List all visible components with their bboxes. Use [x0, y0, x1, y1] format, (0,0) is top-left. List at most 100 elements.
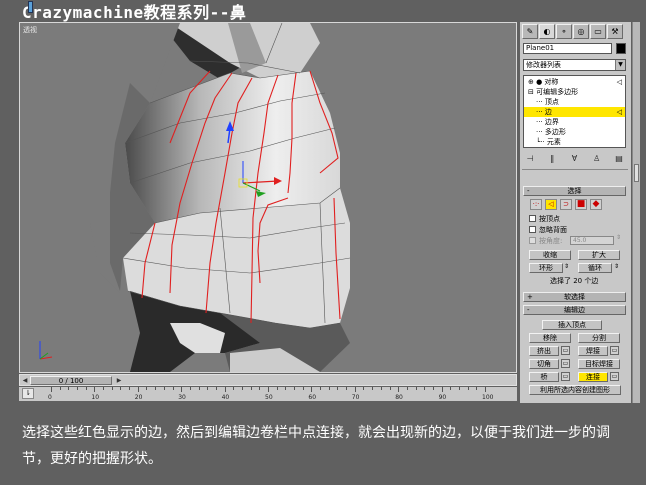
ruler-minor-tick: [189, 387, 191, 390]
by-vertex-checkbox[interactable]: [529, 215, 536, 222]
ring-spinner-icon[interactable]: ⇕: [564, 263, 569, 270]
next-frame-icon[interactable]: ▶: [115, 376, 123, 385]
key-filter-icon[interactable]: ⇂: [22, 388, 34, 399]
border-mode-icon[interactable]: ⊃: [560, 199, 572, 210]
selection-rollout-header[interactable]: - 选择: [523, 186, 626, 196]
ruler-tick-label: 100: [482, 394, 494, 401]
by-angle-checkbox[interactable]: [529, 237, 536, 244]
stack-item[interactable]: ··· 顶点: [524, 97, 625, 107]
motion-icon[interactable]: ◎: [573, 24, 589, 39]
object-name-field[interactable]: Plane01: [523, 43, 612, 54]
stack-item[interactable]: ··· 多边形: [524, 127, 625, 137]
configure-sets-icon[interactable]: ▤: [612, 153, 626, 165]
ruler-minor-tick: [155, 387, 157, 390]
stack-item[interactable]: ⊟ 可编辑多边形: [524, 87, 625, 97]
spinner-arrows-icon[interactable]: ⇕: [616, 234, 621, 241]
prev-frame-icon[interactable]: ◀: [21, 376, 29, 385]
stack-item[interactable]: └·· 元素: [524, 137, 625, 147]
ruler-tick-mark: [268, 387, 269, 392]
ignore-backfacing-checkbox[interactable]: [529, 226, 536, 233]
ruler-tick-label: 40: [221, 394, 230, 401]
stack-item-label: └·· 元素: [536, 138, 561, 146]
ruler-tick-label: 20: [134, 394, 143, 401]
remove-button[interactable]: 移除: [529, 333, 571, 343]
vertex-mode-icon[interactable]: ·:·: [530, 199, 542, 210]
ruler-minor-tick: [302, 387, 304, 390]
soft-selection-rollout-header[interactable]: + 软选择: [523, 292, 626, 302]
angle-spinner[interactable]: 45.0: [570, 236, 614, 245]
weld-settings-icon[interactable]: ▭: [610, 346, 619, 355]
polygon-mode-icon[interactable]: ■: [575, 199, 587, 210]
bridge-button[interactable]: 桥: [529, 372, 559, 382]
command-panel: ✎ ◐ ⚬ ◎ ▭ ⚒ Plane01 修改器列表 ▼ ⊕ ● 对称 ◁ ⊟ 可编辑多边形 ··…: [520, 22, 631, 403]
weld-button[interactable]: 焊接: [578, 346, 608, 356]
stack-item-label: ⊕ ● 对称: [528, 78, 559, 86]
hierarchy-icon[interactable]: ⚬: [556, 24, 572, 39]
modify-icon[interactable]: ◐: [539, 24, 555, 39]
modifier-list-dropdown[interactable]: 修改器列表 ▼: [523, 59, 626, 71]
current-frame-marker[interactable]: [28, 1, 33, 13]
split-button[interactable]: 分割: [578, 333, 620, 343]
ruler-minor-tick: [415, 387, 417, 390]
modifier-stack[interactable]: ⊕ ● 对称 ◁ ⊟ 可编辑多边形 ··· 顶点 ··· 边 ◁ ··· 边界 ··· 多边形…: [523, 75, 626, 148]
ruler-minor-tick: [294, 387, 296, 390]
remove-modifier-icon[interactable]: ♙: [590, 153, 604, 165]
panel-scrollbar[interactable]: [632, 22, 640, 403]
ruler-minor-tick: [85, 387, 87, 390]
loop-spinner-icon[interactable]: ⇕: [614, 263, 619, 270]
edge-mode-icon[interactable]: ◁: [545, 199, 557, 210]
by-angle-label: 按角度:: [539, 237, 563, 245]
rollout-title: 软选择: [564, 293, 585, 301]
ruler-tick-mark: [311, 387, 313, 392]
create-icon[interactable]: ✎: [522, 24, 538, 39]
connect-button[interactable]: 连接: [578, 372, 608, 382]
track-bar-ruler[interactable]: 0 10 20 30 40 50 60 70 80 90 100: [19, 387, 517, 401]
bridge-settings-icon[interactable]: ▭: [561, 372, 570, 381]
ruler-minor-tick: [285, 387, 287, 390]
ruler-minor-tick: [424, 387, 426, 390]
ring-button[interactable]: 环形: [529, 263, 563, 273]
ruler-minor-tick: [207, 387, 209, 390]
ruler-minor-tick: [337, 387, 339, 390]
ruler-tick-label: 60: [308, 394, 317, 401]
extrude-settings-icon[interactable]: ▭: [561, 346, 570, 355]
time-slider-track[interactable]: ◀ 0 / 100 ▶: [19, 374, 517, 386]
stack-item[interactable]: ··· 边 ◁: [524, 107, 625, 117]
ruler-minor-tick: [103, 387, 105, 390]
ruler-minor-tick: [129, 387, 131, 390]
utilities-icon[interactable]: ⚒: [607, 24, 623, 39]
show-end-result-icon[interactable]: ‖: [545, 153, 559, 165]
ruler-minor-tick: [59, 387, 61, 390]
create-shape-button[interactable]: 利用所选内容创建图形: [529, 385, 621, 395]
extrude-button[interactable]: 挤出: [529, 346, 559, 356]
edit-edges-rollout-header[interactable]: - 编辑边: [523, 305, 626, 315]
connect-settings-icon[interactable]: ▭: [610, 372, 619, 381]
loop-button[interactable]: 循环: [578, 263, 612, 273]
object-color-swatch[interactable]: [616, 43, 626, 54]
subobject-icon: ◁: [616, 78, 622, 86]
stack-item[interactable]: ··· 边界: [524, 117, 625, 127]
target-weld-button[interactable]: 目标焊接: [578, 359, 620, 369]
ruler-minor-tick: [276, 387, 278, 390]
ruler-tick-label: 10: [91, 394, 100, 401]
rollout-title: 编辑边: [564, 306, 585, 314]
element-mode-icon[interactable]: ◆: [590, 199, 602, 210]
viewport-label[interactable]: 透视: [23, 25, 37, 35]
ruler-tick-mark: [224, 387, 226, 392]
chamfer-settings-icon[interactable]: ▭: [561, 359, 570, 368]
make-unique-icon[interactable]: ∀: [568, 153, 582, 165]
subobject-level-buttons: ·:· ◁ ⊃ ■ ◆: [530, 199, 602, 210]
stack-item[interactable]: ⊕ ● 对称 ◁: [524, 77, 625, 87]
grow-button[interactable]: 扩大: [578, 250, 620, 260]
time-slider[interactable]: 0 / 100: [30, 376, 112, 385]
ruler-minor-tick: [320, 387, 322, 390]
display-icon[interactable]: ▭: [590, 24, 606, 39]
pin-stack-icon[interactable]: ⊣: [523, 153, 537, 165]
shrink-button[interactable]: 收缩: [529, 250, 571, 260]
perspective-viewport[interactable]: 透视: [19, 22, 517, 373]
chamfer-button[interactable]: 切角: [529, 359, 559, 369]
ruler-minor-tick: [241, 387, 243, 390]
ruler-tick-mark: [441, 387, 443, 392]
scrollbar-thumb[interactable]: [634, 164, 639, 182]
insert-vertex-button[interactable]: 插入顶点: [542, 320, 602, 330]
